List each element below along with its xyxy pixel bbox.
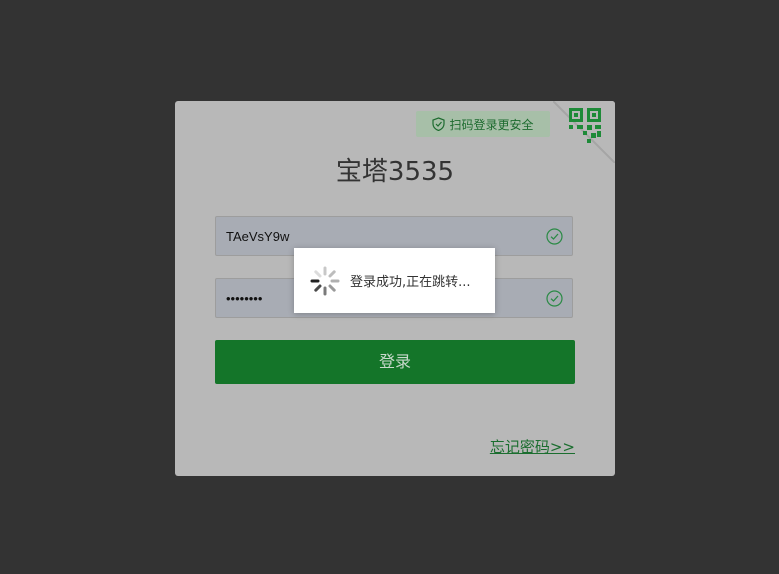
password-value: •••••••• (226, 291, 263, 306)
forgot-password-link[interactable]: 忘记密码>> (490, 436, 575, 457)
check-circle-icon (546, 228, 563, 245)
shield-check-icon (432, 117, 446, 131)
qr-login-tip[interactable]: 扫码登录更安全 (416, 111, 550, 137)
toast-message: 登录成功,正在跳转... (350, 275, 471, 290)
login-button[interactable]: 登录 (215, 340, 575, 384)
check-circle-icon (546, 290, 563, 307)
username-value: TAeVsY9w (226, 229, 290, 244)
loading-spinner-icon (310, 266, 340, 295)
login-success-toast: 登录成功,正在跳转... (294, 248, 495, 313)
page-backdrop: 扫码登录更安全 宝塔3535 TAeVsY9w •••••••• 登录 忘记密码… (0, 0, 779, 574)
page-title: 宝塔3535 (335, 157, 455, 187)
qr-tip-label: 扫码登录更安全 (449, 117, 534, 132)
